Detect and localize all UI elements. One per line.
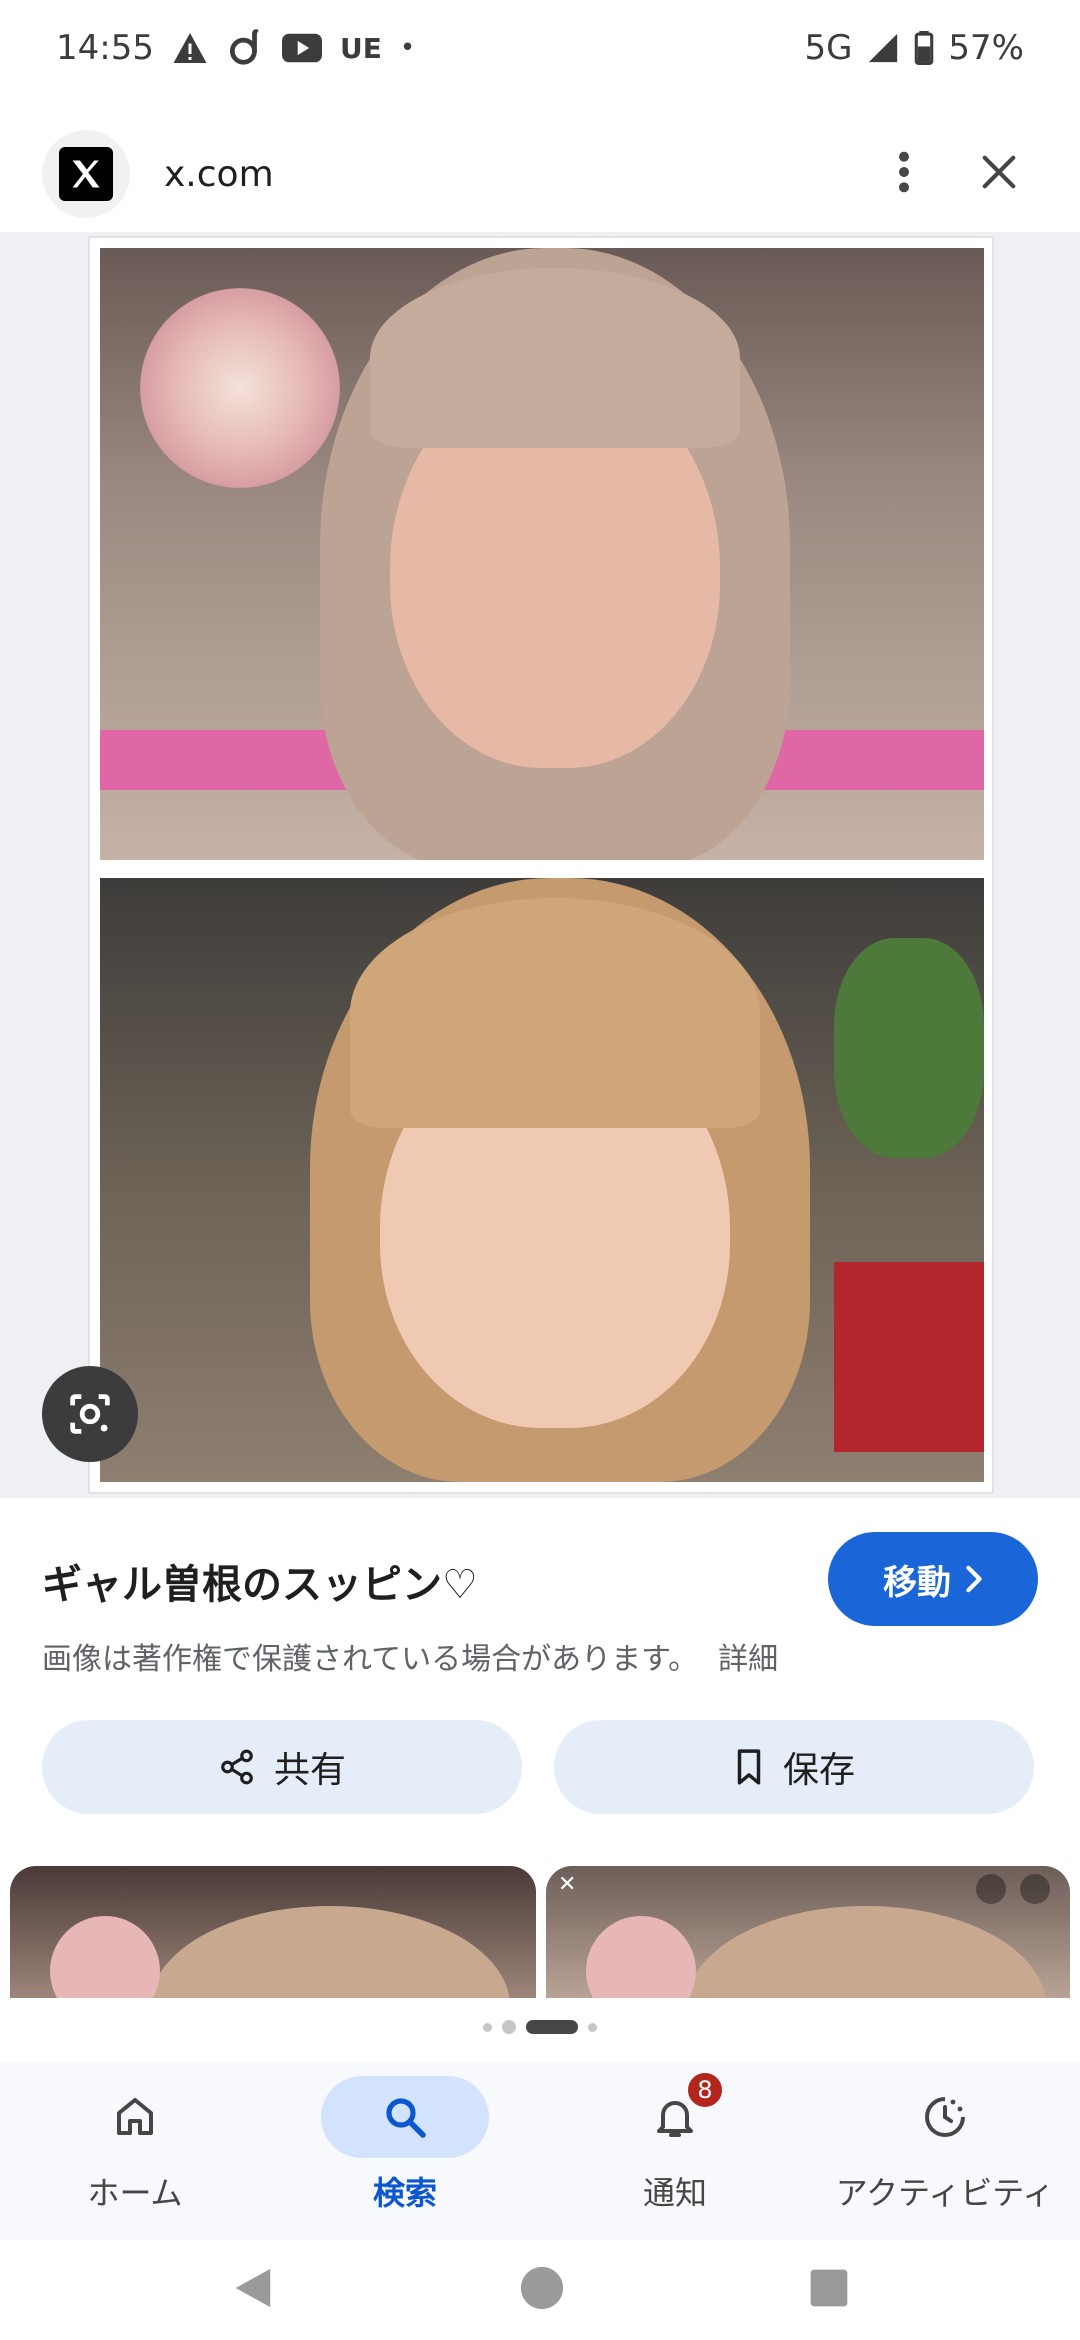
- related-image[interactable]: ✕: [546, 1866, 1070, 1998]
- system-navigation: [0, 2240, 1080, 2340]
- warning-icon: [172, 31, 208, 65]
- status-time: 14:55: [56, 28, 154, 68]
- share-label: 共有: [273, 1750, 346, 1791]
- recents-icon[interactable]: [809, 2268, 849, 2312]
- share-button[interactable]: 共有: [42, 1720, 522, 1814]
- nav-label-activity: アクティビティ: [835, 2174, 1055, 2212]
- photo-chair: [834, 1262, 984, 1452]
- photo-bangs: [370, 268, 740, 448]
- notification-badge: 8: [685, 2070, 725, 2110]
- status-bar: 14:55 UE • 5G 57%: [0, 0, 1080, 96]
- activity-icon: [925, 2097, 965, 2137]
- nav-item-notifications[interactable]: 8 通知: [540, 2062, 810, 2240]
- result-image[interactable]: [88, 236, 994, 1494]
- lens-mini-icon: [976, 1874, 1006, 1904]
- photo-top: [100, 248, 984, 860]
- docomo-d-icon: [226, 29, 264, 67]
- home-icon: [117, 2098, 153, 2135]
- bottom-navigation: ホーム 検索 8 通知 アクティビティ: [0, 2062, 1080, 2240]
- nav-label-home: ホーム: [87, 2174, 183, 2212]
- photo-bottom: [100, 878, 984, 1482]
- result-info: ギャル曽根のスッピン♡ 移動 画像は著作権で保護されている場合があります。 詳細…: [0, 1498, 1080, 1858]
- save-button[interactable]: 保存: [554, 1720, 1034, 1814]
- related-image[interactable]: [10, 1866, 536, 1998]
- carousel-indicator: [0, 2020, 1080, 2034]
- carousel-dot-active: [526, 2020, 578, 2034]
- nav-item-home[interactable]: ホーム: [0, 2062, 270, 2240]
- copyright-text: 画像は著作権で保護されている場合があります。: [42, 1642, 699, 1677]
- youtube-icon: [281, 33, 322, 63]
- nav-item-activity[interactable]: アクティビティ: [810, 2062, 1080, 2240]
- details-link[interactable]: 詳細: [718, 1634, 778, 1678]
- nav-label-notifications: 通知: [642, 2174, 707, 2212]
- x-logo-icon[interactable]: [42, 130, 130, 218]
- related-images: ✕: [0, 1858, 1080, 1998]
- chevron-right-icon: [966, 1565, 982, 1593]
- bookmark-icon: [737, 1749, 761, 1785]
- photo-plant: [834, 938, 984, 1158]
- thumb-flower: [50, 1916, 160, 1998]
- thumb-hair: [686, 1906, 1046, 1998]
- search-icon: [386, 2098, 426, 2138]
- battery-percent: 57%: [948, 28, 1024, 68]
- battery-icon: [914, 31, 934, 65]
- google-lens-icon[interactable]: [42, 1366, 138, 1462]
- network-type: 5G: [804, 28, 853, 68]
- save-label: 保存: [782, 1750, 855, 1791]
- carousel-dot: [483, 2022, 492, 2032]
- share-mini-icon: [1020, 1874, 1050, 1904]
- nav-item-search[interactable]: 検索: [270, 2062, 540, 2240]
- nav-label-search: 検索: [372, 2174, 437, 2212]
- result-title[interactable]: ギャル曽根のスッピン♡: [42, 1552, 478, 1610]
- visit-button-label: 移動: [883, 1562, 951, 1603]
- copyright-notice: 画像は著作権で保護されている場合があります。 詳細: [42, 1634, 778, 1678]
- page-url[interactable]: x.com: [164, 154, 274, 195]
- signal-icon: [866, 31, 900, 65]
- notification-dot-icon: •: [399, 33, 416, 63]
- photo-bangs: [350, 898, 760, 1128]
- x-logo-icon: ✕: [558, 1872, 577, 1897]
- close-icon[interactable]: [980, 153, 1018, 195]
- carousel-dot: [588, 2022, 597, 2032]
- thumb-flower: [586, 1916, 696, 1998]
- back-icon[interactable]: [231, 2265, 275, 2315]
- more-vert-icon[interactable]: [898, 149, 910, 199]
- share-icon: [221, 1749, 253, 1785]
- browser-header: x.com: [0, 118, 1080, 230]
- visit-button[interactable]: 移動: [828, 1532, 1038, 1626]
- thumb-hair: [150, 1906, 510, 1998]
- image-viewer[interactable]: [0, 232, 1080, 1498]
- home-circle-icon[interactable]: [519, 2265, 565, 2315]
- carrier-tag: UE: [339, 31, 382, 65]
- carousel-dot: [502, 2020, 516, 2034]
- hair-flower: [140, 288, 340, 488]
